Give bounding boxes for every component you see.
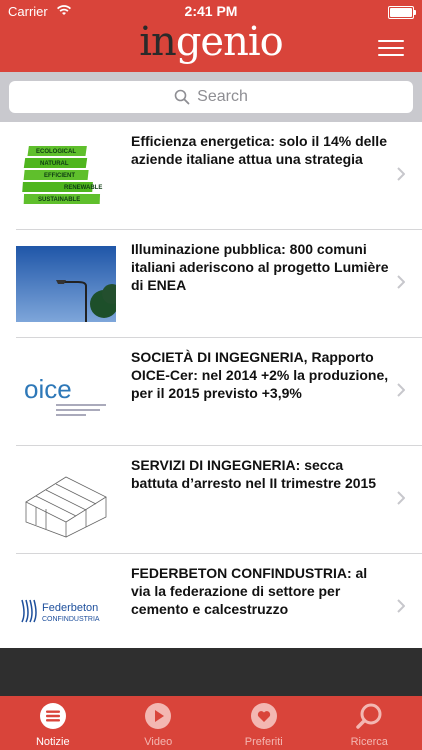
search-input[interactable]: Search [9,81,413,113]
app-logo: ingenio [139,19,283,65]
ad-banner[interactable] [0,648,422,696]
article-title: Efficienza energetica: solo il 14% delle… [131,133,387,167]
svg-text:oice: oice [24,374,72,404]
article-thumbnail: ECOLOGICAL NATURAL EFFICIENT RENEWABLE S… [16,138,116,214]
article-thumbnail [16,246,116,322]
chevron-right-icon [397,275,405,289]
news-item[interactable]: Illuminazione pubblica: 800 comuni itali… [16,230,422,338]
chevron-right-icon [397,599,405,613]
heart-icon [250,703,277,729]
status-time: 2:41 PM [184,3,238,19]
svg-text:Federbeton: Federbeton [42,602,98,614]
article-thumbnail [16,462,116,538]
news-item[interactable]: Federbeton CONFINDUSTRIA FEDERBETON CONF… [16,554,422,662]
tab-preferiti[interactable]: Preferiti [211,696,317,750]
article-title: SERVIZI DI INGEGNERIA: secca battuta d’a… [131,457,377,491]
news-item[interactable]: SERVIZI DI INGEGNERIA: secca battuta d’a… [16,446,422,554]
article-title: FEDERBETON CONFINDUSTRIA: al via la fede… [131,565,368,617]
tab-notizie[interactable]: Notizie [0,696,106,750]
chevron-right-icon [397,491,405,505]
svg-text:ECOLOGICAL: ECOLOGICAL [36,149,76,155]
chevron-right-icon [397,383,405,397]
tab-label: Video [144,736,173,748]
news-item[interactable]: oice SOCIETÀ DI INGEGNERIA, Rapporto OIC… [16,338,422,446]
chevron-right-icon [397,167,405,181]
search-bar: Search [0,72,422,122]
svg-text:EFFICIENT: EFFICIENT [44,173,75,179]
tab-bar: Notizie Video Preferiti Ricerca [0,696,422,750]
list-icon [39,703,66,729]
news-item[interactable]: ECOLOGICAL NATURAL EFFICIENT RENEWABLE S… [16,122,422,230]
svg-text:CONFINDUSTRIA: CONFINDUSTRIA [42,616,100,623]
tab-label: Ricerca [350,736,388,748]
tab-video[interactable]: Video [106,696,212,750]
search-placeholder: Search [197,88,248,105]
article-title: Illuminazione pubblica: 800 comuni itali… [131,241,389,293]
play-icon [145,703,172,729]
article-title: SOCIETÀ DI INGEGNERIA, Rapporto OICE-Cer… [131,349,389,401]
svg-text:NATURAL: NATURAL [40,161,69,167]
tab-label: Preferiti [244,736,283,748]
tab-label: Notizie [35,736,70,748]
tab-ricerca[interactable]: Ricerca [317,696,422,750]
hamburger-menu-icon[interactable] [378,38,404,58]
article-thumbnail: oice [16,354,116,430]
search-icon [174,89,190,105]
svg-text:RENEWABLE: RENEWABLE [64,185,102,191]
svg-text:SUSTAINABLE: SUSTAINABLE [38,197,80,203]
search-icon [356,703,382,729]
app-header: Carrier 2:41 PM ingenio [0,0,422,72]
article-thumbnail: Federbeton CONFINDUSTRIA [16,570,116,646]
news-list: ECOLOGICAL NATURAL EFFICIENT RENEWABLE S… [0,122,422,662]
